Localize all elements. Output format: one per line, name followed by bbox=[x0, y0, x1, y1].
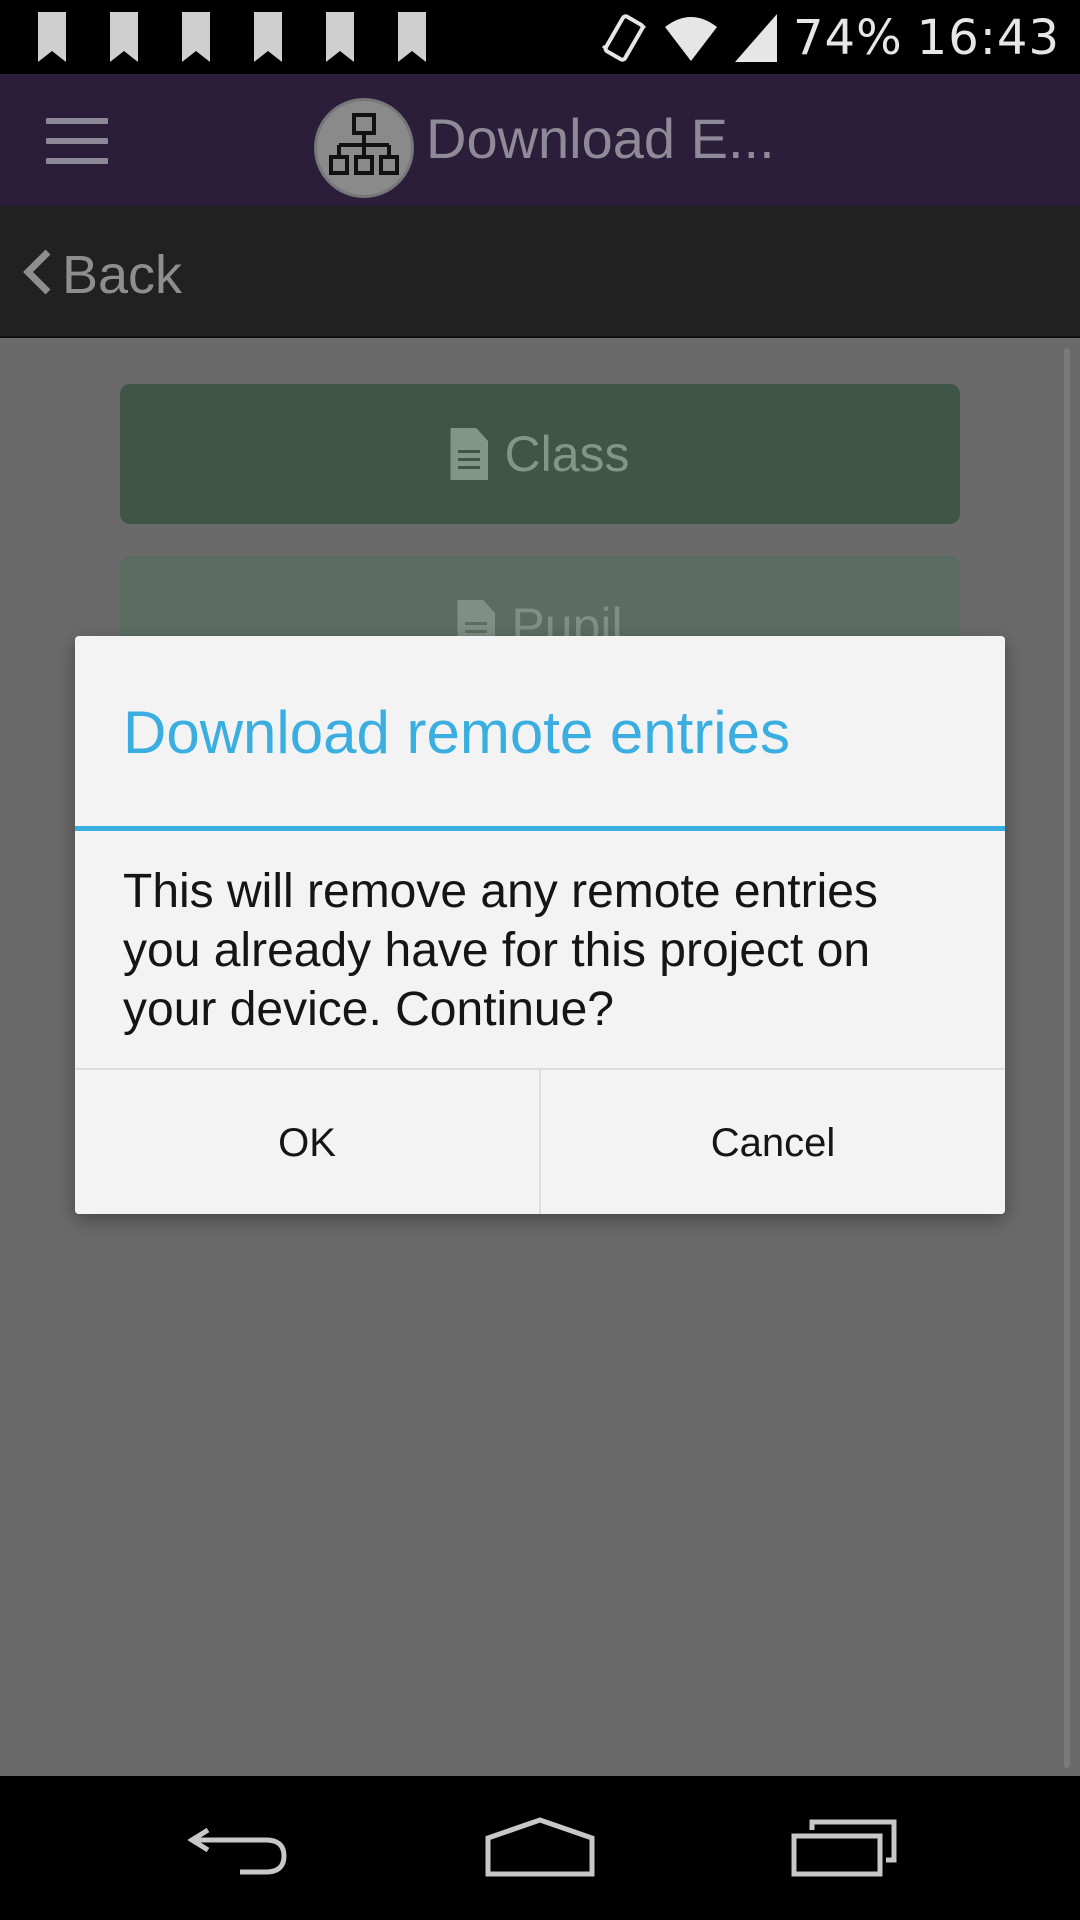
wifi-icon bbox=[664, 17, 717, 61]
confirm-dialog: Download remote entries This will remove… bbox=[75, 636, 1005, 1214]
navigation-bar bbox=[0, 1776, 1080, 1920]
class-button[interactable]: Class bbox=[120, 384, 960, 524]
document-icon bbox=[450, 428, 489, 480]
bookmark-icon bbox=[254, 12, 282, 62]
page-title: Download E... bbox=[426, 107, 775, 170]
battery-percentage: 74% bbox=[792, 10, 903, 66]
chevron-left-icon bbox=[23, 250, 51, 294]
dialog-divider bbox=[75, 826, 1005, 831]
ok-button[interactable]: OK bbox=[75, 1070, 539, 1214]
clock: 16:43 bbox=[916, 10, 1060, 66]
bookmark-icon bbox=[182, 12, 210, 62]
bookmark-icon bbox=[110, 12, 138, 62]
signal-icon bbox=[734, 14, 777, 62]
bookmark-icon bbox=[398, 12, 426, 62]
vibrate-icon bbox=[601, 14, 647, 62]
dialog-title: Download remote entries bbox=[123, 699, 791, 766]
notification-icons bbox=[38, 12, 426, 66]
dialog-button-row: OK Cancel bbox=[75, 1068, 1005, 1214]
back-bar[interactable]: Back bbox=[0, 206, 1080, 338]
class-button-label: Class bbox=[504, 426, 630, 482]
bookmark-icon bbox=[38, 12, 66, 62]
cancel-button[interactable]: Cancel bbox=[539, 1070, 1005, 1214]
nav-recents-icon[interactable] bbox=[790, 1816, 900, 1880]
back-button[interactable]: Back bbox=[62, 244, 182, 306]
network-icon bbox=[314, 98, 414, 198]
scrollbar[interactable] bbox=[1064, 348, 1070, 1768]
hamburger-icon[interactable] bbox=[46, 118, 108, 164]
status-indicators: 74% 16:43 bbox=[601, 8, 1060, 68]
action-bar: Download E... bbox=[0, 74, 1080, 206]
dialog-message: This will remove any remote entries you … bbox=[123, 865, 878, 1036]
status-bar: 74% 16:43 bbox=[0, 0, 1080, 74]
nav-back-icon[interactable] bbox=[188, 1816, 292, 1880]
bookmark-icon bbox=[326, 12, 354, 62]
nav-home-icon[interactable] bbox=[484, 1816, 596, 1880]
